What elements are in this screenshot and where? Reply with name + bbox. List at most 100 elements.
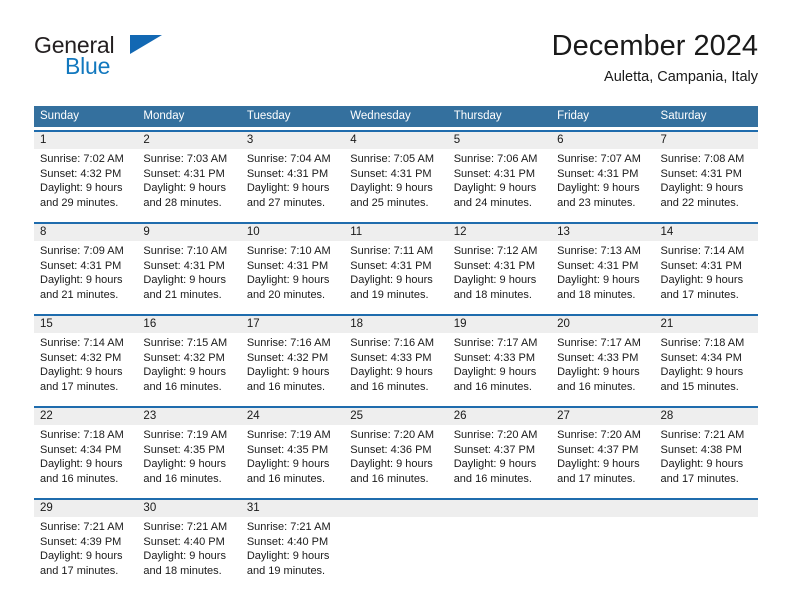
day-details: Sunrise: 7:20 AM Sunset: 4:37 PM Dayligh… <box>448 425 551 486</box>
daylight-text-line1: Daylight: 9 hours <box>246 550 330 562</box>
daylight-text-line1: Daylight: 9 hours <box>350 366 433 378</box>
week-row: 1 Sunrise: 7:02 AM Sunset: 4:32 PM Dayli… <box>34 130 758 219</box>
weekday-header-monday: Monday <box>143 110 185 122</box>
day-cell[interactable]: 21 Sunrise: 7:18 AM Sunset: 4:34 PM Dayl… <box>654 316 758 403</box>
daylight-text-line2: and 16 minutes. <box>246 472 326 485</box>
day-cell[interactable]: 2 Sunrise: 7:03 AM Sunset: 4:31 PM Dayli… <box>137 132 241 219</box>
day-details: Sunrise: 7:12 AM Sunset: 4:31 PM Dayligh… <box>448 241 551 302</box>
day-cell[interactable]: 18 Sunrise: 7:16 AM Sunset: 4:33 PM Dayl… <box>344 316 448 403</box>
week-row: 15 Sunrise: 7:14 AM Sunset: 4:32 PM Dayl… <box>34 314 758 403</box>
sunrise-text: Sunrise: 7:03 AM <box>143 153 228 165</box>
day-cell[interactable]: 13 Sunrise: 7:13 AM Sunset: 4:31 PM Dayl… <box>551 224 655 311</box>
week-row: 22 Sunrise: 7:18 AM Sunset: 4:34 PM Dayl… <box>34 406 758 495</box>
calendar-page: General Blue December 2024 Auletta, Camp… <box>0 0 792 612</box>
day-details: Sunrise: 7:18 AM Sunset: 4:34 PM Dayligh… <box>34 425 137 486</box>
sunrise-text: Sunrise: 7:17 AM <box>453 337 538 349</box>
daylight-text-line2: and 16 minutes. <box>453 380 532 393</box>
day-details: Sunrise: 7:15 AM Sunset: 4:32 PM Dayligh… <box>137 333 240 394</box>
title-block: December 2024 Auletta, Campania, Italy <box>552 28 758 88</box>
daylight-text-line2: and 20 minutes. <box>246 288 326 301</box>
daylight-text-line2: and 25 minutes. <box>350 196 429 209</box>
daylight-text-line1: Daylight: 9 hours <box>660 182 744 194</box>
day-details: Sunrise: 7:05 AM Sunset: 4:31 PM Dayligh… <box>344 149 447 210</box>
daylight-text-line1: Daylight: 9 hours <box>453 182 537 194</box>
day-details: Sunrise: 7:11 AM Sunset: 4:31 PM Dayligh… <box>344 241 447 302</box>
sunrise-text: Sunrise: 7:18 AM <box>40 429 124 441</box>
day-cell[interactable]: 20 Sunrise: 7:17 AM Sunset: 4:33 PM Dayl… <box>551 316 655 403</box>
day-number: 10 <box>240 224 345 241</box>
day-cell[interactable]: 1 Sunrise: 7:02 AM Sunset: 4:32 PM Dayli… <box>34 132 138 219</box>
sunset-text: Sunset: 4:34 PM <box>40 443 122 456</box>
daylight-text-line1: Daylight: 9 hours <box>246 274 330 286</box>
day-cell[interactable]: 19 Sunrise: 7:17 AM Sunset: 4:33 PM Dayl… <box>447 316 552 403</box>
day-number: 26 <box>447 408 552 425</box>
day-cell[interactable]: 6 Sunrise: 7:07 AM Sunset: 4:31 PM Dayli… <box>551 132 655 219</box>
day-cell[interactable]: 16 Sunrise: 7:15 AM Sunset: 4:32 PM Dayl… <box>137 316 241 403</box>
day-number <box>447 500 552 517</box>
page-header: General Blue December 2024 Auletta, Camp… <box>34 28 758 98</box>
day-cell[interactable]: 22 Sunrise: 7:18 AM Sunset: 4:34 PM Dayl… <box>34 408 138 495</box>
week-row: 8 Sunrise: 7:09 AM Sunset: 4:31 PM Dayli… <box>34 222 758 311</box>
sunset-text: Sunset: 4:35 PM <box>246 443 329 456</box>
daylight-text-line2: and 16 minutes. <box>557 380 636 393</box>
day-number: 30 <box>137 500 241 517</box>
day-cell[interactable]: 31 Sunrise: 7:21 AM Sunset: 4:40 PM Dayl… <box>240 500 345 587</box>
day-details: Sunrise: 7:17 AM Sunset: 4:33 PM Dayligh… <box>551 333 654 394</box>
day-cell[interactable]: 11 Sunrise: 7:11 AM Sunset: 4:31 PM Dayl… <box>344 224 448 311</box>
daylight-text-line2: and 21 minutes. <box>40 288 119 301</box>
daylight-text-line2: and 16 minutes. <box>350 472 429 485</box>
day-details: Sunrise: 7:21 AM Sunset: 4:39 PM Dayligh… <box>34 517 137 578</box>
sunset-text: Sunset: 4:33 PM <box>350 351 432 364</box>
sunset-text: Sunset: 4:35 PM <box>143 443 225 456</box>
daylight-text-line1: Daylight: 9 hours <box>246 458 330 470</box>
sunset-text: Sunset: 4:38 PM <box>660 443 742 456</box>
day-cell[interactable]: 25 Sunrise: 7:20 AM Sunset: 4:36 PM Dayl… <box>344 408 448 495</box>
daylight-text-line1: Daylight: 9 hours <box>40 182 123 194</box>
day-details: Sunrise: 7:19 AM Sunset: 4:35 PM Dayligh… <box>241 425 344 486</box>
day-cell-empty <box>447 500 552 587</box>
sunrise-text: Sunrise: 7:20 AM <box>350 429 435 441</box>
daylight-text-line1: Daylight: 9 hours <box>660 458 744 470</box>
day-cell[interactable]: 28 Sunrise: 7:21 AM Sunset: 4:38 PM Dayl… <box>654 408 758 495</box>
day-details: Sunrise: 7:03 AM Sunset: 4:31 PM Dayligh… <box>137 149 240 210</box>
day-number: 4 <box>344 132 448 149</box>
day-cell[interactable]: 23 Sunrise: 7:19 AM Sunset: 4:35 PM Dayl… <box>137 408 241 495</box>
sunset-text: Sunset: 4:31 PM <box>143 259 225 272</box>
day-cell[interactable]: 7 Sunrise: 7:08 AM Sunset: 4:31 PM Dayli… <box>654 132 758 219</box>
weekday-header-friday: Friday <box>557 110 590 122</box>
daylight-text-line2: and 21 minutes. <box>143 288 222 301</box>
sunrise-text: Sunrise: 7:10 AM <box>246 245 331 257</box>
daylight-text-line2: and 17 minutes. <box>660 472 739 485</box>
weekday-header-wednesday: Wednesday <box>350 110 411 122</box>
day-cell[interactable]: 9 Sunrise: 7:10 AM Sunset: 4:31 PM Dayli… <box>137 224 241 311</box>
sunrise-text: Sunrise: 7:18 AM <box>660 337 745 349</box>
day-cell[interactable]: 10 Sunrise: 7:10 AM Sunset: 4:31 PM Dayl… <box>240 224 345 311</box>
day-cell[interactable]: 24 Sunrise: 7:19 AM Sunset: 4:35 PM Dayl… <box>240 408 345 495</box>
weekday-header-tuesday: Tuesday <box>246 110 291 122</box>
day-number: 9 <box>137 224 241 241</box>
day-number <box>551 500 655 517</box>
sunrise-text: Sunrise: 7:19 AM <box>143 429 228 441</box>
sunrise-text: Sunrise: 7:13 AM <box>557 245 641 257</box>
day-cell[interactable]: 30 Sunrise: 7:21 AM Sunset: 4:40 PM Dayl… <box>137 500 241 587</box>
week-row: 29 Sunrise: 7:21 AM Sunset: 4:39 PM Dayl… <box>34 498 758 587</box>
day-cell[interactable]: 26 Sunrise: 7:20 AM Sunset: 4:37 PM Dayl… <box>447 408 552 495</box>
day-cell[interactable]: 8 Sunrise: 7:09 AM Sunset: 4:31 PM Dayli… <box>34 224 138 311</box>
daylight-text-line1: Daylight: 9 hours <box>453 274 537 286</box>
day-cell[interactable]: 14 Sunrise: 7:14 AM Sunset: 4:31 PM Dayl… <box>654 224 758 311</box>
day-cell[interactable]: 3 Sunrise: 7:04 AM Sunset: 4:31 PM Dayli… <box>240 132 345 219</box>
weekday-header-saturday: Saturday <box>660 110 707 122</box>
day-cell[interactable]: 15 Sunrise: 7:14 AM Sunset: 4:32 PM Dayl… <box>34 316 138 403</box>
sunrise-text: Sunrise: 7:06 AM <box>453 153 538 165</box>
day-cell[interactable]: 4 Sunrise: 7:05 AM Sunset: 4:31 PM Dayli… <box>344 132 448 219</box>
day-cell[interactable]: 29 Sunrise: 7:21 AM Sunset: 4:39 PM Dayl… <box>34 500 138 587</box>
day-cell[interactable]: 17 Sunrise: 7:16 AM Sunset: 4:32 PM Dayl… <box>240 316 345 403</box>
day-details: Sunrise: 7:21 AM Sunset: 4:38 PM Dayligh… <box>655 425 758 486</box>
sunrise-text: Sunrise: 7:08 AM <box>660 153 745 165</box>
daylight-text-line2: and 16 minutes. <box>143 380 222 393</box>
sunrise-text: Sunrise: 7:20 AM <box>453 429 538 441</box>
sunrise-text: Sunrise: 7:20 AM <box>557 429 641 441</box>
day-cell[interactable]: 12 Sunrise: 7:12 AM Sunset: 4:31 PM Dayl… <box>447 224 552 311</box>
day-cell[interactable]: 27 Sunrise: 7:20 AM Sunset: 4:37 PM Dayl… <box>551 408 655 495</box>
day-cell[interactable]: 5 Sunrise: 7:06 AM Sunset: 4:31 PM Dayli… <box>447 132 552 219</box>
